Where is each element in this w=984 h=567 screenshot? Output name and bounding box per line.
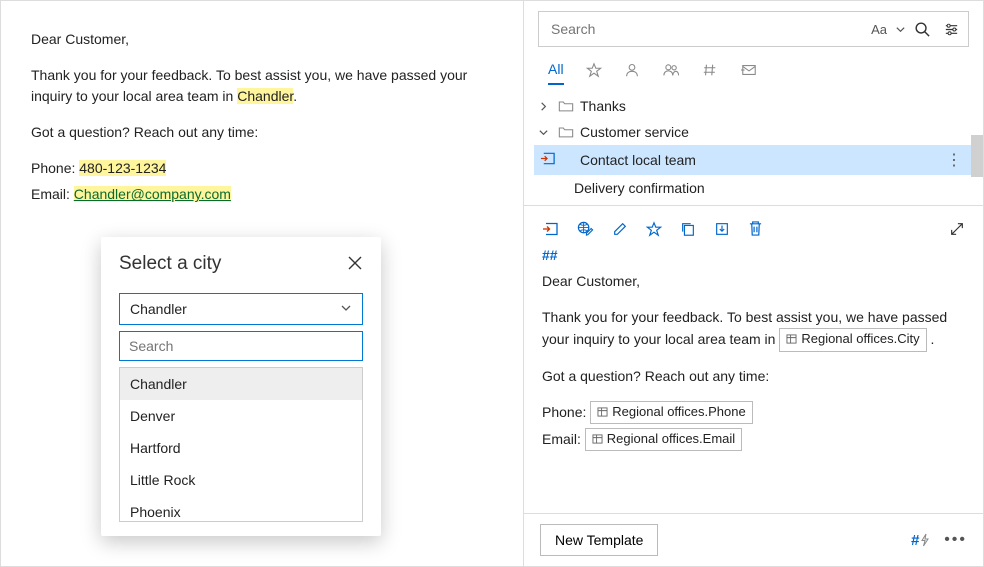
city-select[interactable]: Chandler (119, 293, 363, 325)
email-email: Email: Chandler@company.com (31, 184, 493, 204)
city-option[interactable]: Chandler (120, 368, 362, 400)
template-preview: Dear Customer, Thank you for your feedba… (524, 271, 983, 513)
city-option[interactable]: Hartford (120, 432, 362, 464)
tree-scrollbar[interactable] (971, 85, 983, 205)
highlight-email: Chandler@company.com (74, 186, 231, 202)
preview-question: Got a question? Reach out any time: (542, 366, 965, 388)
email-phone: Phone: 480-123-1234 (31, 158, 493, 178)
email-thanks: Thank you for your feedback. To best ass… (31, 65, 493, 106)
chevron-down-icon[interactable] (895, 24, 906, 35)
template-tree: Thanks Customer service Contact local te… (524, 85, 983, 205)
tree-label: Customer service (580, 124, 689, 140)
close-icon[interactable] (347, 255, 363, 274)
hash-lightning-icon[interactable]: # (911, 532, 930, 549)
city-search-input[interactable] (129, 338, 353, 354)
highlight-phone: 480-123-1234 (79, 160, 166, 176)
tab-people-icon[interactable] (662, 62, 680, 84)
copy-icon[interactable] (680, 221, 696, 237)
preview-greeting: Dear Customer, (542, 271, 965, 293)
city-options-list[interactable]: Chandler Denver Hartford Little Rock Pho… (119, 367, 363, 522)
email-preview-pane: Dear Customer, Thank you for your feedba… (1, 1, 523, 566)
more-icon[interactable]: ⋮ (946, 150, 963, 170)
city-select-value: Chandler (130, 301, 187, 317)
edit-pencil-icon[interactable] (612, 221, 628, 237)
preview-body: Thank you for your feedback. To best ass… (542, 307, 965, 352)
insert-template-icon (540, 151, 556, 169)
chevron-down-icon (340, 301, 352, 317)
city-option[interactable]: Phoenix (120, 496, 362, 522)
search-icon[interactable] (914, 21, 931, 38)
tree-label: Contact local team (580, 152, 696, 168)
tree-label: Thanks (580, 98, 626, 114)
city-option[interactable]: Denver (120, 400, 362, 432)
popup-title: Select a city (119, 253, 221, 275)
more-menu-icon[interactable]: ••• (944, 531, 967, 549)
template-toolbar (524, 205, 983, 247)
dataset-token-city[interactable]: Regional offices.City (779, 328, 926, 351)
preview-email: Email: Regional offices.Email (542, 428, 965, 451)
font-size-label[interactable]: Aa (871, 22, 887, 37)
trash-icon[interactable] (748, 220, 763, 237)
star-icon[interactable] (646, 221, 662, 237)
new-template-button[interactable]: New Template (540, 524, 658, 556)
tab-person-icon[interactable] (624, 62, 640, 84)
chevron-down-icon (538, 127, 552, 138)
highlight-city: Chandler (237, 88, 293, 104)
hash-indicator: ## (524, 247, 983, 271)
chevron-right-icon (538, 101, 552, 112)
city-search-box[interactable] (119, 331, 363, 361)
folder-icon (558, 99, 574, 113)
preview-phone: Phone: Regional offices.Phone (542, 401, 965, 424)
tab-star-icon[interactable] (586, 62, 602, 84)
email-greeting: Dear Customer, (31, 29, 493, 49)
tab-mail-icon[interactable] (740, 62, 758, 84)
expand-icon[interactable] (949, 221, 965, 237)
tree-label: Delivery confirmation (574, 180, 705, 196)
footer: New Template # ••• (524, 513, 983, 566)
city-option[interactable]: Little Rock (120, 464, 362, 496)
search-input[interactable] (547, 16, 863, 42)
tree-item-contact-local-team[interactable]: Contact local team ⋮ (534, 145, 977, 175)
dataset-token-phone[interactable]: Regional offices.Phone (590, 401, 752, 424)
tree-item-delivery-confirmation[interactable]: Delivery confirmation (534, 175, 977, 201)
email-question: Got a question? Reach out any time: (31, 122, 493, 142)
templates-pane: Aa All Thanks Cust (523, 1, 983, 566)
filter-tabs: All (524, 47, 983, 85)
settings-sliders-icon[interactable] (943, 21, 960, 38)
folder-icon (558, 125, 574, 139)
insert-icon[interactable] (542, 221, 559, 237)
tree-folder-customer-service[interactable]: Customer service (534, 119, 977, 145)
download-icon[interactable] (714, 221, 730, 237)
dataset-token-email[interactable]: Regional offices.Email (585, 428, 742, 451)
tab-all[interactable]: All (548, 61, 564, 85)
select-city-popup: Select a city Chandler Chandler Denver H… (101, 237, 381, 536)
globe-pen-icon[interactable] (577, 220, 594, 237)
search-bar[interactable]: Aa (538, 11, 969, 47)
tree-folder-thanks[interactable]: Thanks (534, 93, 977, 119)
tab-hash-icon[interactable] (702, 62, 718, 84)
